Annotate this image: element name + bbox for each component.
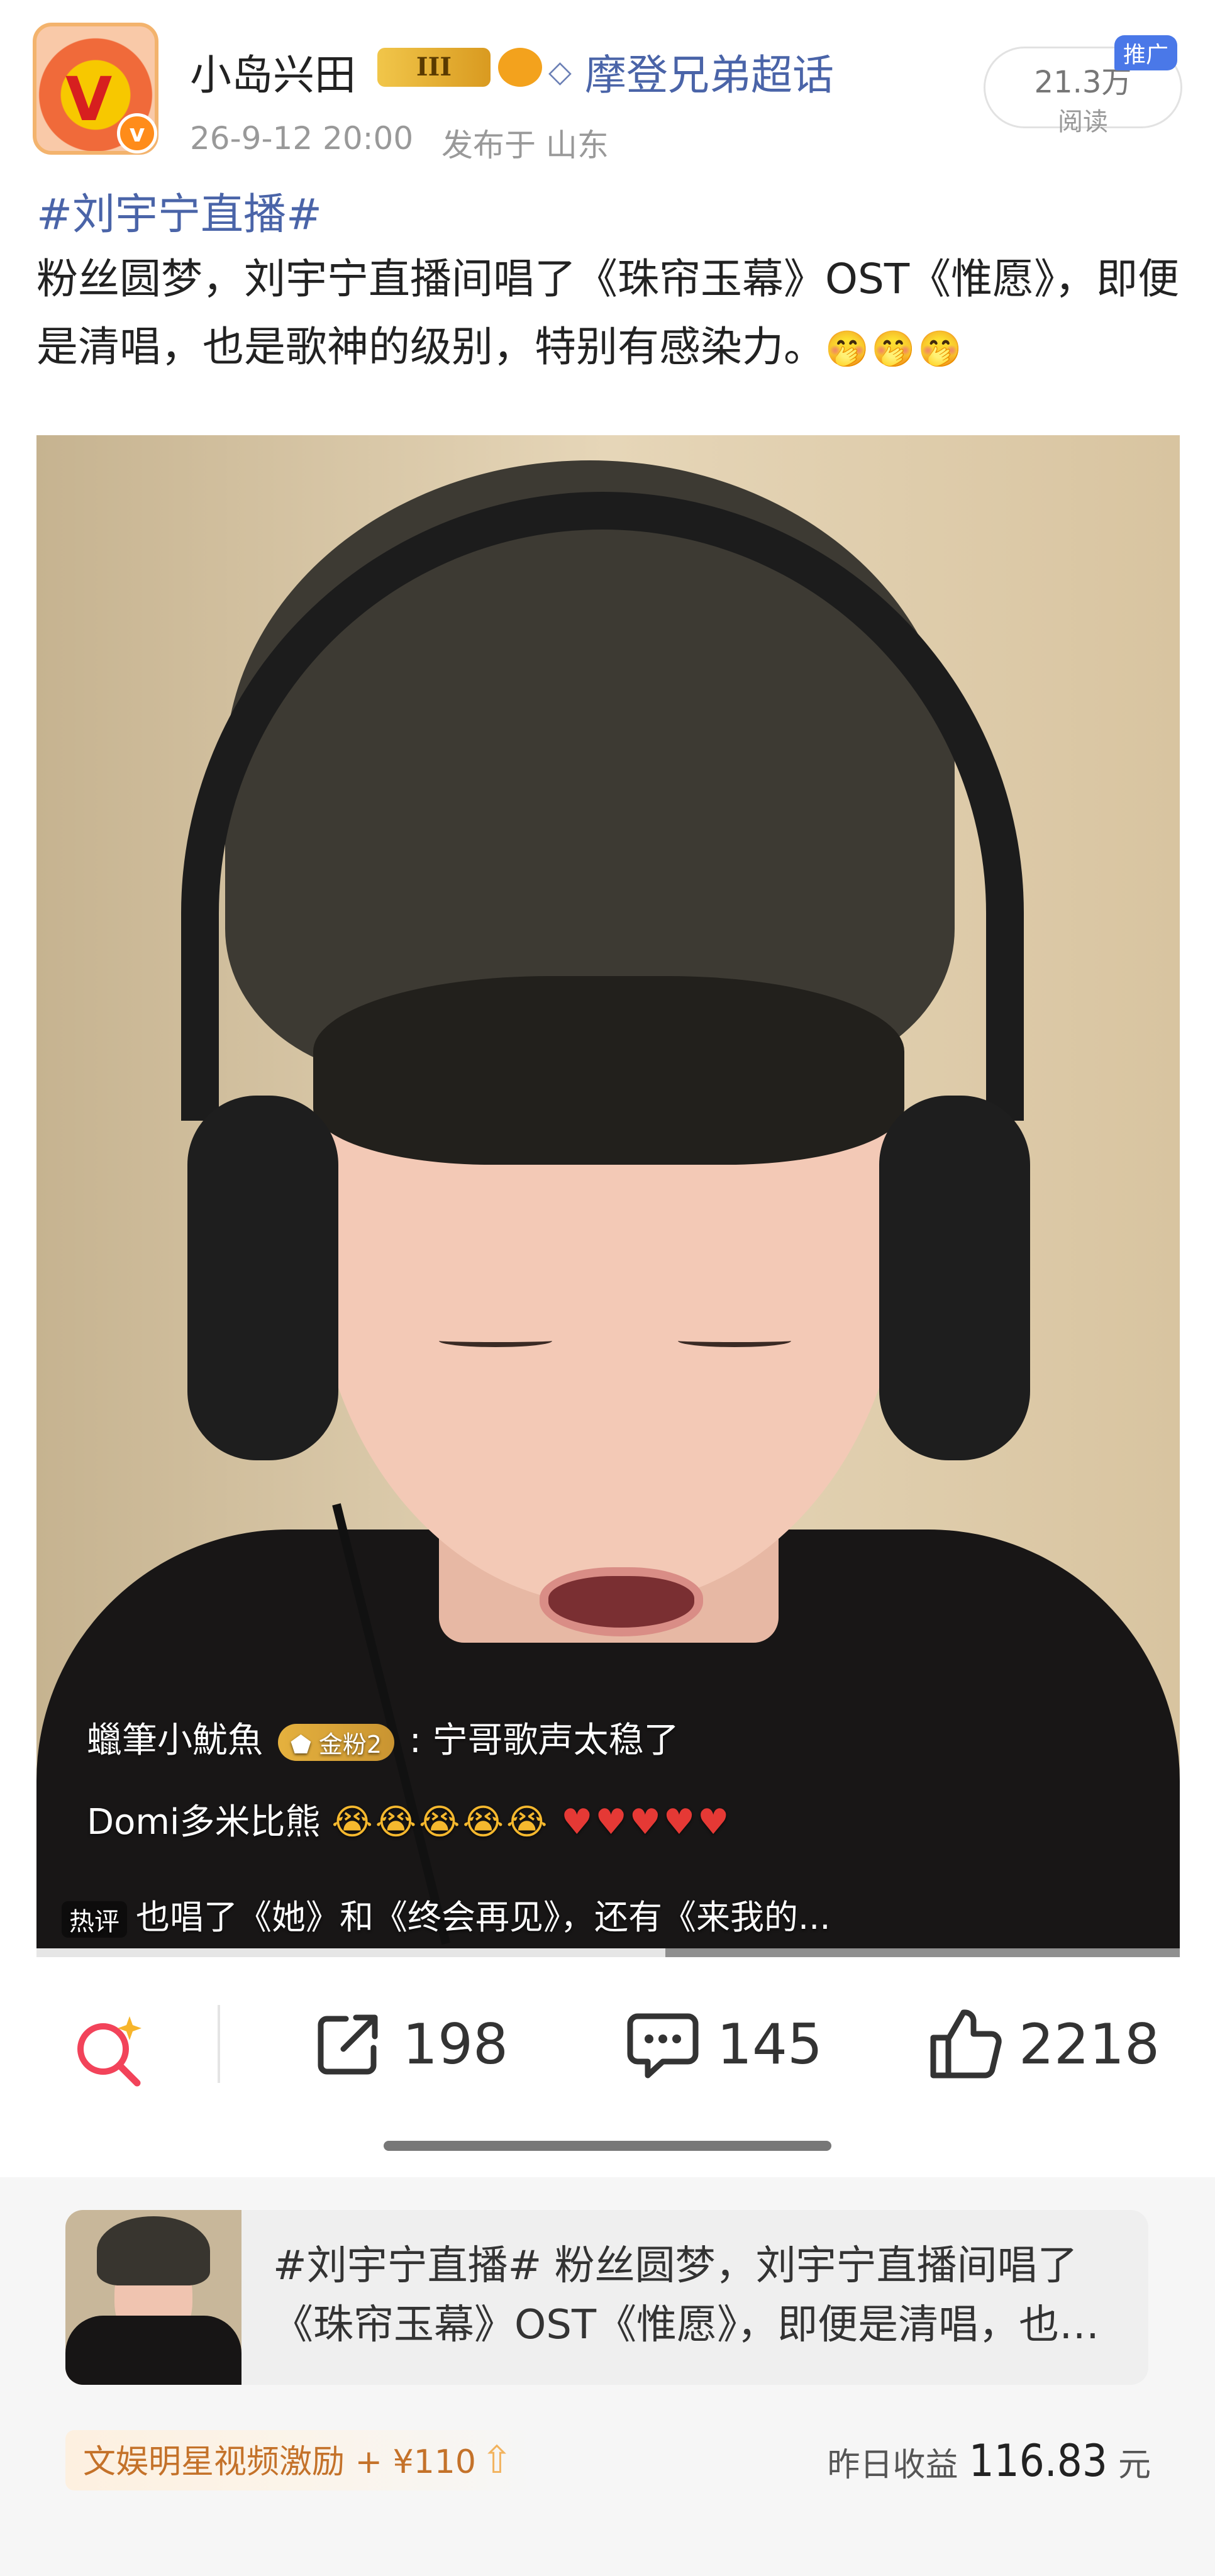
comment-count: 145 (717, 2011, 823, 2077)
headphone-cup-right (879, 1096, 1030, 1460)
share-button[interactable]: 198 (308, 2000, 508, 2088)
like-button[interactable]: 2218 (924, 2000, 1160, 2088)
like-count: 2218 (1019, 2011, 1160, 2077)
hot-comment: 热评 也唱了《她》和《终会再见》，还有《来我的... (62, 1889, 831, 1939)
action-bar: 198 145 2218 (0, 1975, 1215, 2113)
video-eye-left (439, 1335, 552, 1347)
video-player[interactable]: 蠟筆小魷魚 ⬟ 金粉2 : 宁哥歌声太稳了 Domi多米比熊 😭😭😭😭😭 ♥♥♥… (36, 435, 1180, 1957)
fan-fish-icon (498, 48, 542, 87)
video-mouth (540, 1567, 703, 1636)
yesterday-earnings[interactable]: 昨日收益 116.83 元 (811, 2435, 1151, 2487)
avatar-logo-v: V (65, 64, 113, 135)
post-location: 发布于 山东 (441, 127, 609, 164)
search-sparkle-icon[interactable] (70, 2012, 146, 2088)
live-comment: 蠟筆小魷魚 ⬟ 金粉2 : 宁哥歌声太稳了 (87, 1712, 679, 1763)
supertopic-diamond-icon: ◇ (548, 54, 572, 89)
comment-hearts: ♥♥♥♥♥ (561, 1802, 732, 1843)
post-content: 粉丝圆梦，刘宇宁直播间唱了《珠帘玉幕》OST《惟愿》，即便是清唱，也是歌神的级别… (36, 245, 1181, 384)
post-thumbnail (65, 2210, 241, 2385)
share-count: 198 (402, 2011, 508, 2077)
fan-badge-label: 金粉2 (318, 1731, 382, 1759)
author-name[interactable]: 小岛兴田 (190, 42, 356, 102)
arrow-up-icon: ⇧ (480, 2438, 513, 2482)
post-emojis: 🤭🤭🤭 (825, 329, 965, 370)
comment-button[interactable]: 145 (623, 2000, 823, 2088)
hot-comment-text: 也唱了《她》和《终会再见》，还有《来我的... (136, 1897, 831, 1937)
video-progress-bar[interactable] (36, 1948, 1180, 1957)
thumbnail-shirt (65, 2316, 241, 2385)
post-header: V v 小岛兴田 III ◇ 摩登兄弟超话 26-9-12 20:00 发布于 … (33, 23, 1182, 167)
incentive-text: 文娱明星视频激励 + ¥110 (83, 2443, 476, 2481)
post-time: 26-9-12 20:00 (190, 120, 414, 157)
earnings-panel: #刘宇宁直播# 粉丝圆梦，刘宇宁直播间唱了《珠帘玉幕》OST《惟愿》，即便是清唱… (0, 2177, 1215, 2576)
comment-user: Domi多米比熊 (87, 1802, 321, 1843)
incentive-badge[interactable]: 文娱明星视频激励 + ¥110 ⇧ (65, 2430, 538, 2490)
comment-icon (627, 2013, 699, 2079)
video-eye-right (678, 1335, 791, 1347)
thumbs-up-icon (930, 2009, 1002, 2079)
action-divider (218, 2005, 220, 2083)
verified-badge-icon: v (117, 113, 157, 153)
read-count-label: 阅读 (1058, 108, 1108, 136)
live-comment: Domi多米比熊 😭😭😭😭😭 ♥♥♥♥♥ (87, 1794, 731, 1845)
comment-emojis: 😭😭😭😭😭 (331, 1802, 550, 1843)
hot-comment-tag: 热评 (62, 1901, 127, 1938)
comment-user: 蠟筆小魷魚 (87, 1720, 263, 1761)
level-badge: III (377, 48, 491, 87)
post-hashtag[interactable]: #刘宇宁直播# (36, 179, 322, 242)
post-summary-text: #刘宇宁直播# 粉丝圆梦，刘宇宁直播间唱了《珠帘玉幕》OST《惟愿》，即便是清唱… (273, 2243, 1100, 2348)
yesterday-earnings-label: 昨日收益 (827, 2446, 958, 2484)
post-summary-card[interactable]: #刘宇宁直播# 粉丝圆梦，刘宇宁直播间唱了《珠帘玉幕》OST《惟愿》，即便是清唱… (65, 2210, 1148, 2385)
yesterday-earnings-unit: 元 (1118, 2446, 1151, 2484)
supertopic-link[interactable]: 摩登兄弟超话 (585, 42, 834, 102)
video-progress-fill (36, 1948, 665, 1957)
author-avatar[interactable]: V v (33, 23, 158, 155)
fan-badge: ⬟ 金粉2 (277, 1724, 395, 1762)
post-text: 粉丝圆梦，刘宇宁直播间唱了《珠帘玉幕》OST《惟愿》，即便是清唱，也是歌神的级别… (36, 255, 1180, 371)
headphone-cup-left (187, 1096, 338, 1460)
home-indicator[interactable] (384, 2141, 831, 2151)
comment-text: : 宁哥歌声太稳了 (409, 1720, 679, 1761)
promo-tag: 推广 (1114, 35, 1178, 70)
yesterday-earnings-amount: 116.83 (968, 2435, 1107, 2487)
thumbnail-cap (97, 2216, 210, 2285)
share-icon (318, 2014, 378, 2075)
